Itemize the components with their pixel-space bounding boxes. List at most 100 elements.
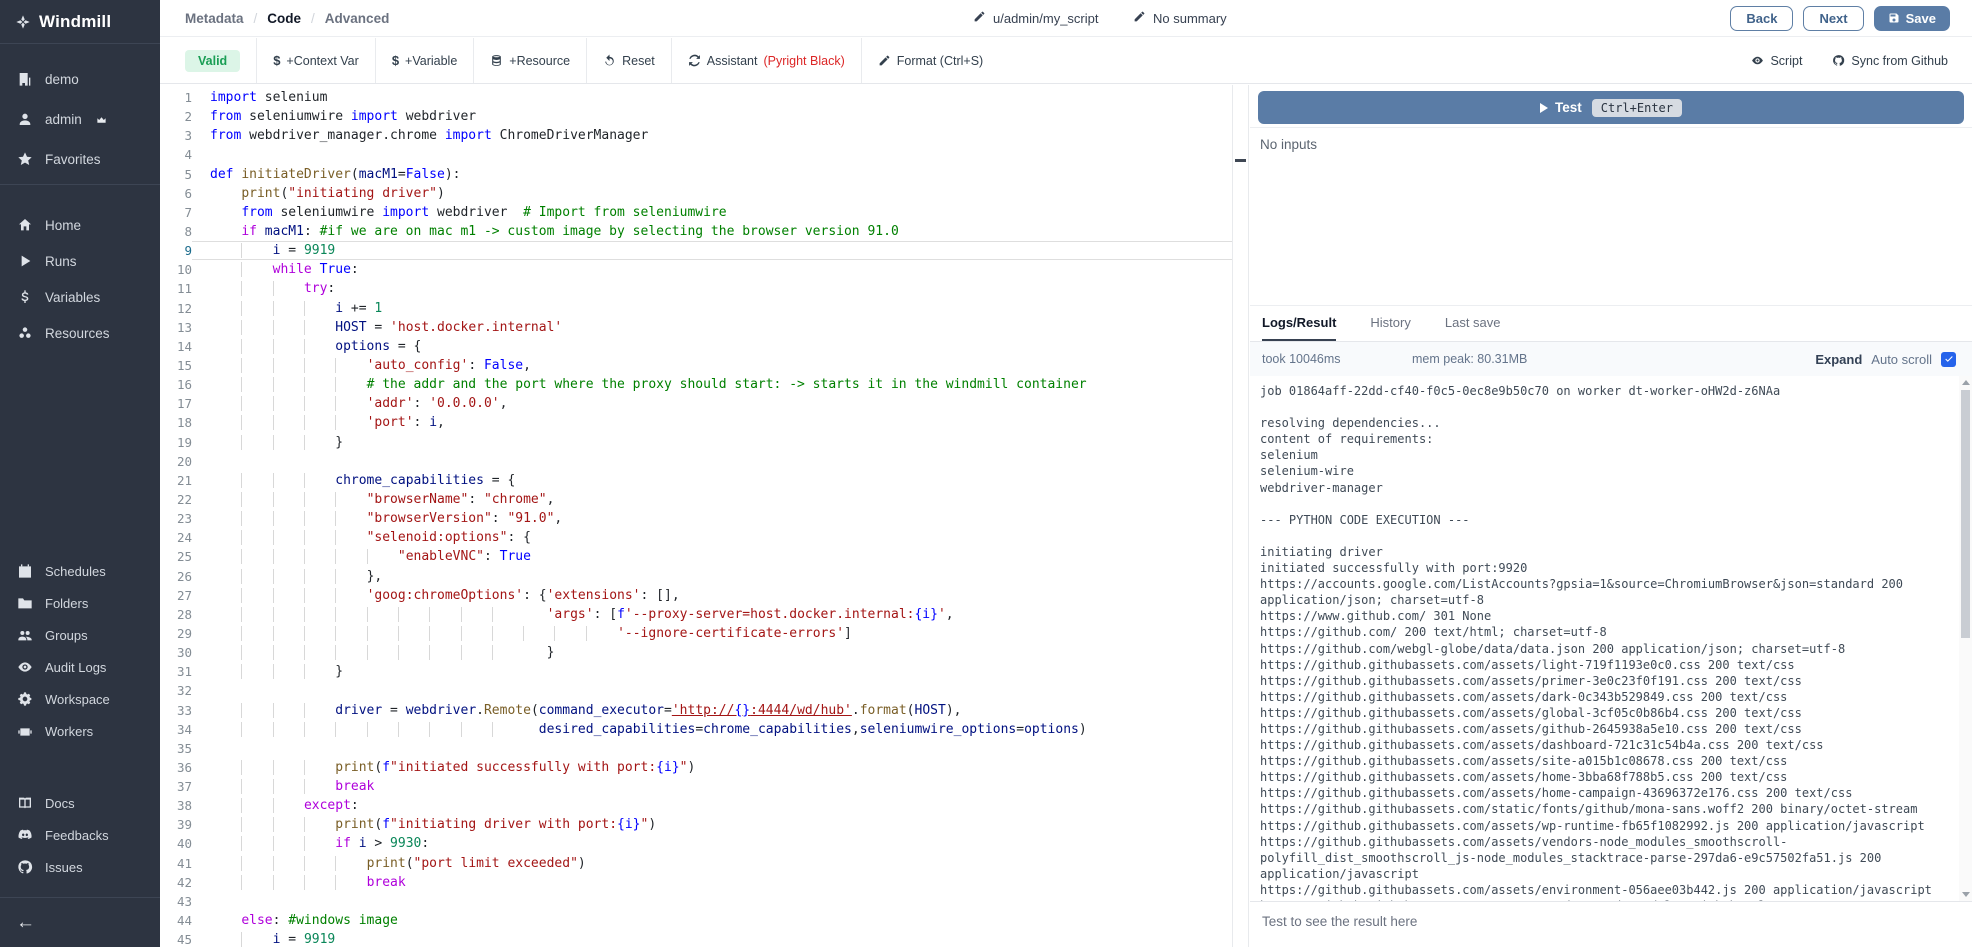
tab-history[interactable]: History (1370, 306, 1410, 341)
sidebar-item-resources[interactable]: Resources (0, 315, 160, 351)
code-line[interactable]: 38 except: (160, 796, 1232, 815)
code-line[interactable]: 26 }, (160, 567, 1232, 586)
code-line[interactable]: 31 } (160, 662, 1232, 681)
code-line[interactable]: 40 if i > 9930: (160, 834, 1232, 853)
test-button[interactable]: Test Ctrl+Enter (1258, 91, 1964, 124)
code-line[interactable]: 11 try: (160, 279, 1232, 298)
script-view-button[interactable]: Script (1751, 54, 1802, 68)
code-line[interactable]: 34 desired_capabilities=chrome_capabilit… (160, 720, 1232, 739)
tab-metadata[interactable]: Metadata (185, 11, 244, 26)
sync-from-github-button[interactable]: Sync from Github (1832, 54, 1948, 68)
sidebar-item-feedbacks[interactable]: Feedbacks (0, 819, 160, 851)
topbar: Metadata / Code / Advanced u/admin/my_sc… (160, 0, 1972, 37)
code-line[interactable]: 19 } (160, 433, 1232, 452)
collapse-sidebar-icon[interactable]: ← (16, 912, 35, 934)
tab-last-save[interactable]: Last save (1445, 306, 1501, 341)
code-line[interactable]: 1import selenium (160, 88, 1232, 107)
code-line[interactable]: 42 break (160, 873, 1232, 892)
code-line[interactable]: 15 'auto_config': False, (160, 356, 1232, 375)
code-line[interactable]: 45 i = 9919 (160, 930, 1232, 947)
code-line[interactable]: 24 "selenoid:options": { (160, 528, 1232, 547)
sidebar-item-issues[interactable]: Issues (0, 851, 160, 883)
log-line: https://accounts.google.com/ListAccounts… (1260, 576, 1952, 608)
sidebar-item-workers[interactable]: Workers (0, 715, 160, 747)
add-context-var-button[interactable]: $ +Context Var (273, 53, 359, 68)
code-line[interactable]: 8 if macM1: #if we are on mac m1 -> cust… (160, 222, 1232, 241)
tab-advanced[interactable]: Advanced (325, 11, 390, 26)
code-line[interactable]: 30 } (160, 643, 1232, 662)
tab-code[interactable]: Code (267, 11, 301, 26)
code-line[interactable]: 29 '--ignore-certificate-errors'] (160, 624, 1232, 643)
sidebar-item-docs[interactable]: Docs (0, 787, 160, 819)
line-number: 45 (160, 930, 192, 947)
sidebar-item-groups[interactable]: Groups (0, 619, 160, 651)
line-number: 41 (160, 854, 192, 873)
reset-button[interactable]: Reset (603, 54, 655, 68)
code-line[interactable]: 14 options = { (160, 337, 1232, 356)
next-button[interactable]: Next (1803, 6, 1863, 31)
splitter-handle-icon[interactable] (1235, 159, 1246, 162)
code-line[interactable]: 3from webdriver_manager.chrome import Ch… (160, 126, 1232, 145)
code-line[interactable]: 28 'args': [f'--proxy-server=host.docker… (160, 605, 1232, 624)
reset-group: Reset (587, 38, 672, 83)
code-line[interactable]: 44 else: #windows image (160, 911, 1232, 930)
code-line[interactable]: 39 print(f"initiating driver with port:{… (160, 815, 1232, 834)
code-line[interactable]: 27 'goog:chromeOptions': {'extensions': … (160, 586, 1232, 605)
code-line[interactable]: 25 "enableVNC": True (160, 547, 1232, 566)
add-resource-button[interactable]: +Resource (490, 54, 570, 68)
sidebar-item-workspace-settings[interactable]: Workspace (0, 683, 160, 715)
code-line[interactable]: 6 print("initiating driver") (160, 184, 1232, 203)
sidebar-item-favorites[interactable]: Favorites (0, 139, 160, 179)
logs-scrollbar[interactable] (1959, 376, 1972, 901)
code-line[interactable]: 2from seleniumwire import webdriver (160, 107, 1232, 126)
script-summary[interactable]: No summary (1133, 10, 1227, 26)
code-line[interactable]: 20 (160, 452, 1232, 471)
sidebar-item-workspace-demo[interactable]: demo (0, 59, 160, 99)
code-line[interactable]: 12 i += 1 (160, 299, 1232, 318)
code-line[interactable]: 17 'addr': '0.0.0.0', (160, 394, 1232, 413)
code-line[interactable]: 4 (160, 145, 1232, 164)
scroll-up-icon[interactable] (1962, 380, 1970, 385)
code-editor[interactable]: 1import selenium2from seleniumwire impor… (160, 85, 1232, 947)
add-variable-button[interactable]: $ +Variable (392, 53, 457, 68)
format-button[interactable]: Format (Ctrl+S) (878, 54, 983, 68)
sidebar-item-folders[interactable]: Folders (0, 587, 160, 619)
code-line[interactable]: 16 # the addr and the port where the pro… (160, 375, 1232, 394)
expand-logs-button[interactable]: Expand (1815, 352, 1862, 367)
assistant-button[interactable]: Assistant (Pyright Black) (688, 54, 845, 68)
log-line (1260, 496, 1952, 512)
code-line[interactable]: 33 driver = webdriver.Remote(command_exe… (160, 701, 1232, 720)
code-line[interactable]: 21 chrome_capabilities = { (160, 471, 1232, 490)
code-line[interactable]: 10 while True: (160, 260, 1232, 279)
scrollbar-thumb[interactable] (1961, 390, 1970, 638)
sidebar-item-user-admin[interactable]: admin (0, 99, 160, 139)
line-number: 38 (160, 796, 192, 815)
code-line[interactable]: 32 (160, 681, 1232, 700)
sidebar-item-home[interactable]: Home (0, 207, 160, 243)
code-line[interactable]: 18 'port': i, (160, 413, 1232, 432)
code-line[interactable]: 9 i = 9919 (160, 241, 1232, 260)
code-line[interactable]: 5def initiateDriver(macM1=False): (160, 165, 1232, 184)
back-button[interactable]: Back (1730, 6, 1793, 31)
scroll-down-icon[interactable] (1962, 892, 1970, 897)
code-line[interactable]: 41 print("port limit exceeded") (160, 854, 1232, 873)
code-line[interactable]: 13 HOST = 'host.docker.internal' (160, 318, 1232, 337)
save-button[interactable]: Save (1874, 6, 1950, 31)
sidebar-item-schedules[interactable]: Schedules (0, 555, 160, 587)
sidebar-footer: ← (0, 897, 160, 947)
code-line[interactable]: 23 "browserVersion": "91.0", (160, 509, 1232, 528)
home-icon (16, 217, 33, 234)
code-line[interactable]: 37 break (160, 777, 1232, 796)
code-line[interactable]: 36 print(f"initiated successfully with p… (160, 758, 1232, 777)
autoscroll-checkbox[interactable] (1941, 352, 1956, 367)
code-line[interactable]: 43 (160, 892, 1232, 911)
sidebar-item-runs[interactable]: Runs (0, 243, 160, 279)
panel-splitter[interactable] (1232, 85, 1249, 947)
code-line[interactable]: 35 (160, 739, 1232, 758)
sidebar-item-variables[interactable]: Variables (0, 279, 160, 315)
sidebar-item-audit-logs[interactable]: Audit Logs (0, 651, 160, 683)
tab-logs-result[interactable]: Logs/Result (1262, 306, 1336, 341)
script-path[interactable]: u/admin/my_script (973, 10, 1098, 26)
code-line[interactable]: 7 from seleniumwire import webdriver # I… (160, 203, 1232, 222)
code-line[interactable]: 22 "browserName": "chrome", (160, 490, 1232, 509)
